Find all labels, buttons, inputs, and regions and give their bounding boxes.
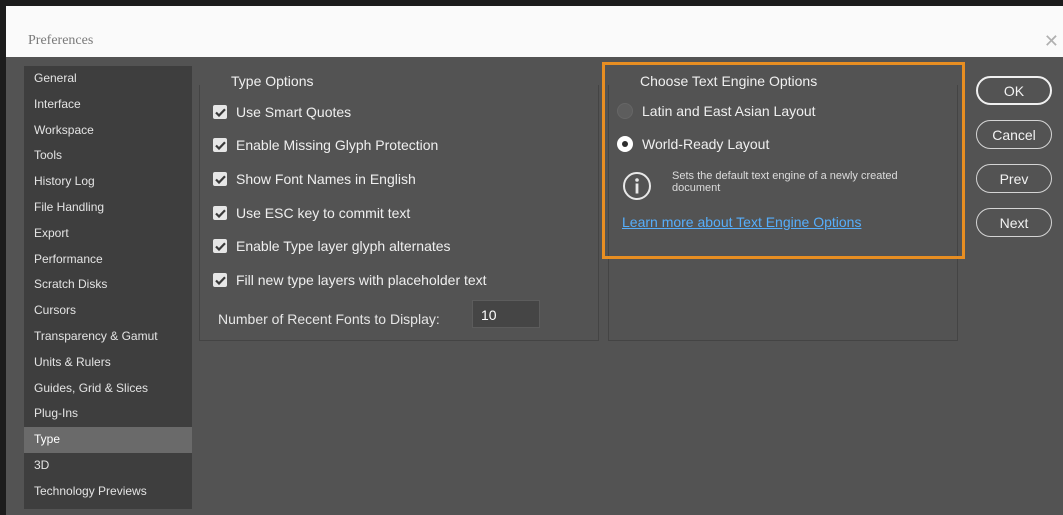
radio-row-latin-east-asian[interactable]: Latin and East Asian Layout	[617, 101, 816, 121]
checkmark-icon	[214, 241, 226, 251]
info-icon	[623, 172, 651, 200]
checkbox-font-names-english[interactable]	[213, 172, 227, 186]
checkbox-row-glyph-alternates[interactable]: Enable Type layer glyph alternates	[213, 236, 451, 256]
sidebar-item-plug-ins[interactable]: Plug-Ins	[24, 401, 192, 427]
checkbox-label: Enable Missing Glyph Protection	[236, 137, 439, 153]
sidebar-item-technology-previews[interactable]: Technology Previews	[24, 479, 192, 505]
prev-button[interactable]: Prev	[976, 164, 1052, 193]
text-engine-title: Choose Text Engine Options	[636, 73, 822, 89]
checkbox-row-smart-quotes[interactable]: Use Smart Quotes	[213, 102, 351, 122]
radio-label: World-Ready Layout	[642, 136, 770, 152]
checkbox-label: Enable Type layer glyph alternates	[236, 238, 451, 254]
radio-world-ready[interactable]	[617, 136, 633, 152]
dialog-title: Preferences	[28, 33, 94, 48]
preferences-sidebar: General Interface Workspace Tools Histor…	[24, 66, 192, 509]
checkmark-icon	[214, 174, 226, 184]
checkbox-row-font-names-english[interactable]: Show Font Names in English	[213, 169, 416, 189]
cancel-button[interactable]: Cancel	[976, 120, 1052, 149]
radio-latin-east-asian[interactable]	[617, 103, 633, 119]
ok-button[interactable]: OK	[976, 76, 1052, 105]
sidebar-item-guides-grid-slices[interactable]: Guides, Grid & Slices	[24, 376, 192, 402]
checkmark-icon	[214, 208, 226, 218]
sidebar-item-cursors[interactable]: Cursors	[24, 298, 192, 324]
sidebar-item-workspace[interactable]: Workspace	[24, 118, 192, 144]
sidebar-item-transparency-gamut[interactable]: Transparency & Gamut	[24, 324, 192, 350]
recent-fonts-input[interactable]: 10	[472, 300, 540, 328]
sidebar-item-file-handling[interactable]: File Handling	[24, 195, 192, 221]
sidebar-item-3d[interactable]: 3D	[24, 453, 192, 479]
checkbox-label: Use Smart Quotes	[236, 104, 352, 120]
checkmark-icon	[214, 140, 226, 150]
sidebar-item-interface[interactable]: Interface	[24, 92, 192, 118]
sidebar-item-general[interactable]: General	[24, 66, 192, 92]
checkbox-row-placeholder-text[interactable]: Fill new type layers with placeholder te…	[213, 270, 487, 290]
recent-fonts-label: Number of Recent Fonts to Display:	[218, 311, 440, 327]
checkbox-row-missing-glyph[interactable]: Enable Missing Glyph Protection	[213, 135, 438, 155]
checkmark-icon	[214, 275, 226, 285]
checkbox-label: Show Font Names in English	[236, 171, 416, 187]
radio-label: Latin and East Asian Layout	[642, 103, 816, 119]
info-description: Sets the default text engine of a newly …	[672, 170, 898, 194]
checkbox-label: Use ESC key to commit text	[236, 205, 411, 221]
checkmark-icon	[214, 107, 226, 117]
checkbox-esc-commit[interactable]	[213, 206, 227, 220]
learn-more-link[interactable]: Learn more about Text Engine Options	[622, 214, 861, 230]
sidebar-item-scratch-disks[interactable]: Scratch Disks	[24, 272, 192, 298]
sidebar-item-type[interactable]: Type	[24, 427, 192, 453]
sidebar-item-units-rulers[interactable]: Units & Rulers	[24, 350, 192, 376]
sidebar-item-export[interactable]: Export	[24, 221, 192, 247]
sidebar-item-tools[interactable]: Tools	[24, 143, 192, 169]
sidebar-item-performance[interactable]: Performance	[24, 247, 192, 273]
checkbox-label: Fill new type layers with placeholder te…	[236, 272, 487, 288]
type-options-title: Type Options	[227, 73, 318, 89]
checkbox-glyph-alternates[interactable]	[213, 239, 227, 253]
close-icon[interactable]: ✕	[1044, 32, 1059, 50]
next-button[interactable]: Next	[976, 208, 1052, 237]
checkbox-placeholder-text[interactable]	[213, 273, 227, 287]
checkbox-missing-glyph[interactable]	[213, 138, 227, 152]
checkbox-row-esc-commit[interactable]: Use ESC key to commit text	[213, 203, 410, 223]
checkbox-smart-quotes[interactable]	[213, 105, 227, 119]
sidebar-item-history-log[interactable]: History Log	[24, 169, 192, 195]
title-bar: Preferences ✕	[6, 6, 1063, 57]
radio-row-world-ready[interactable]: World-Ready Layout	[617, 134, 769, 154]
